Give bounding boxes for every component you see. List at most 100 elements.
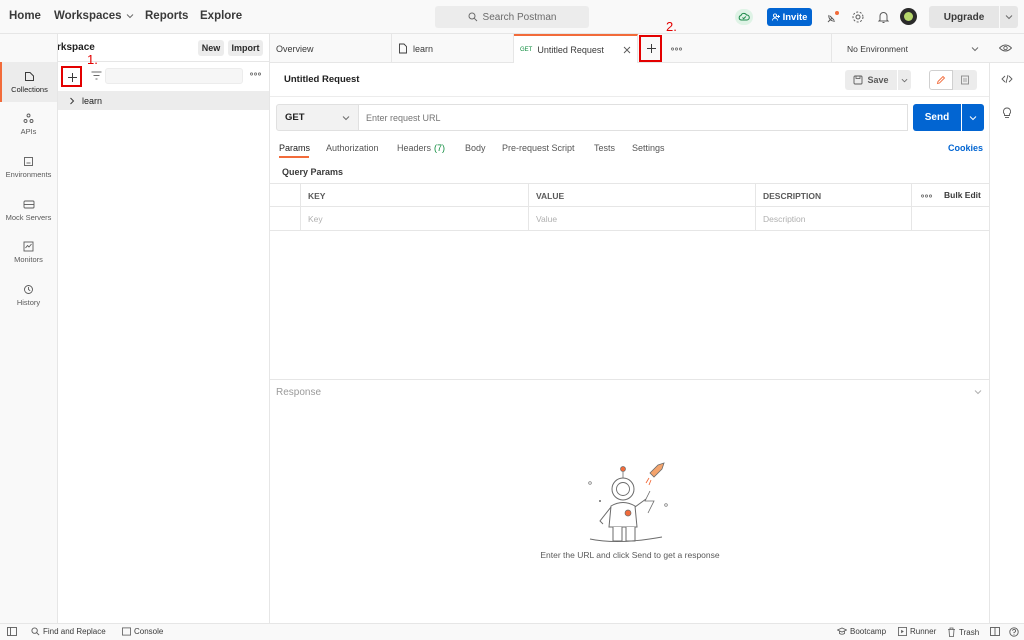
satellite-icon[interactable] (826, 10, 840, 24)
tab-params[interactable]: Params (279, 143, 310, 153)
url-input[interactable] (359, 104, 908, 131)
divider (270, 96, 989, 97)
runner-icon (898, 627, 907, 636)
description-input[interactable]: Description (756, 207, 912, 230)
table-more-button[interactable] (912, 184, 940, 207)
eye-icon[interactable] (999, 43, 1012, 53)
close-icon[interactable] (623, 46, 631, 54)
rail-item-apis[interactable]: APIs (0, 104, 57, 144)
rail-label: Mock Servers (5, 212, 52, 222)
request-title[interactable]: Untitled Request (284, 74, 359, 85)
more-icon[interactable] (671, 47, 682, 51)
rail-item-monitors[interactable]: Monitors (0, 232, 57, 272)
new-button[interactable]: New (198, 40, 224, 56)
chevron-down-icon (971, 45, 979, 53)
invite-label: Invite (782, 11, 808, 23)
help-icon[interactable] (1009, 627, 1019, 637)
search-icon (468, 12, 478, 22)
collection-item[interactable]: learn (58, 91, 269, 110)
code-icon[interactable] (1001, 74, 1013, 84)
chevron-down-icon[interactable] (974, 388, 982, 396)
tab-overview[interactable]: Overview (270, 34, 392, 63)
rail-item-history[interactable]: History (0, 275, 57, 315)
tab-authorization[interactable]: Authorization (326, 143, 379, 153)
console-button[interactable]: Console (122, 627, 163, 636)
trash-label: Trash (959, 627, 980, 637)
annotation-box-1 (61, 66, 82, 87)
toggle-sidebar-icon[interactable] (7, 627, 17, 636)
table-cell (270, 207, 301, 230)
avatar[interactable] (900, 8, 917, 25)
gear-icon[interactable] (851, 10, 865, 24)
layout-icon[interactable] (990, 627, 1000, 636)
value-input[interactable]: Value (529, 207, 756, 230)
cookies-link[interactable]: Cookies (948, 143, 983, 153)
import-button[interactable]: Import (228, 40, 263, 56)
chevron-down-icon (1005, 13, 1013, 21)
apis-icon (23, 113, 34, 124)
search-bar[interactable]: Search Postman (435, 6, 589, 28)
tab-headers[interactable]: Headers (7) (397, 143, 445, 153)
astronaut-illustration (578, 461, 678, 547)
rail-item-mock-servers[interactable]: Mock Servers (0, 190, 57, 230)
document-icon (960, 75, 970, 85)
tab-body[interactable]: Body (465, 143, 486, 153)
query-params-label: Query Params (282, 167, 344, 177)
filter-icon[interactable] (91, 71, 102, 80)
lightbulb-icon[interactable] (1002, 107, 1012, 119)
documentation-mode-button[interactable] (953, 70, 977, 90)
nav-workspaces-label: Workspaces (54, 10, 122, 22)
nav-workspaces[interactable]: Workspaces (54, 10, 134, 22)
nav-explore[interactable]: Explore (200, 10, 242, 22)
rail-item-collections[interactable]: Collections (0, 62, 57, 102)
params-table: KEY VALUE DESCRIPTION Bulk Edit Key Valu… (270, 183, 989, 231)
collections-icon (24, 71, 35, 82)
rail-item-environments[interactable]: Environments (0, 147, 57, 187)
edit-mode-button[interactable] (929, 70, 953, 90)
save-menu-button[interactable] (898, 70, 911, 90)
invite-button[interactable]: Invite (767, 8, 812, 26)
upgrade-menu-button[interactable] (1000, 6, 1018, 28)
column-header-description: DESCRIPTION (756, 184, 912, 207)
environment-select[interactable]: No Environment (831, 34, 989, 63)
tab-learn[interactable]: learn (392, 34, 514, 63)
bulk-edit-button[interactable]: Bulk Edit (944, 190, 981, 200)
tab-untitled-request[interactable]: GET Untitled Request (514, 34, 638, 63)
tab-pre-request-script[interactable]: Pre-request Script (502, 143, 575, 153)
tab-settings[interactable]: Settings (632, 143, 665, 153)
send-button[interactable]: Send (913, 104, 961, 131)
method-select[interactable]: GET (276, 104, 359, 131)
find-replace-label: Find and Replace (43, 627, 106, 636)
save-button[interactable]: Save (845, 70, 897, 90)
bell-icon[interactable] (877, 10, 890, 24)
top-header: Home Workspaces Reports Explore Search P… (0, 0, 1024, 34)
status-bar: Find and Replace Console Bootcamp Runner… (0, 623, 1024, 640)
more-icon[interactable] (250, 72, 261, 76)
mock-servers-icon (23, 199, 35, 210)
monitors-icon (23, 241, 34, 252)
annotation-box-2 (639, 35, 662, 62)
headers-count: (7) (434, 143, 446, 153)
user-plus-icon (771, 13, 780, 21)
rail-label: Environments (5, 169, 52, 179)
send-menu-button[interactable] (962, 104, 984, 131)
key-input[interactable]: Key (301, 207, 529, 230)
collection-name: learn (82, 95, 103, 106)
response-label: Response (276, 387, 322, 398)
nav-home[interactable]: Home (9, 10, 41, 22)
find-replace-button[interactable]: Find and Replace (31, 627, 106, 636)
tab-headers-label: Headers (397, 143, 432, 153)
annotation-label-1: 1. (87, 52, 98, 67)
bootcamp-button[interactable]: Bootcamp (837, 627, 886, 636)
sync-status-icon[interactable] (735, 9, 753, 25)
nav-reports[interactable]: Reports (145, 10, 188, 22)
console-label: Console (134, 627, 164, 636)
rail-label: Collections (11, 84, 48, 94)
upgrade-button[interactable]: Upgrade (929, 6, 999, 28)
tab-tests[interactable]: Tests (594, 143, 615, 153)
collection-search-input[interactable] (105, 68, 243, 84)
runner-button[interactable]: Runner (898, 627, 936, 636)
empty-response-message: Enter the URL and click Send to get a re… (540, 550, 720, 560)
tab-label: Overview (276, 43, 314, 54)
trash-button[interactable]: Trash (947, 627, 979, 637)
